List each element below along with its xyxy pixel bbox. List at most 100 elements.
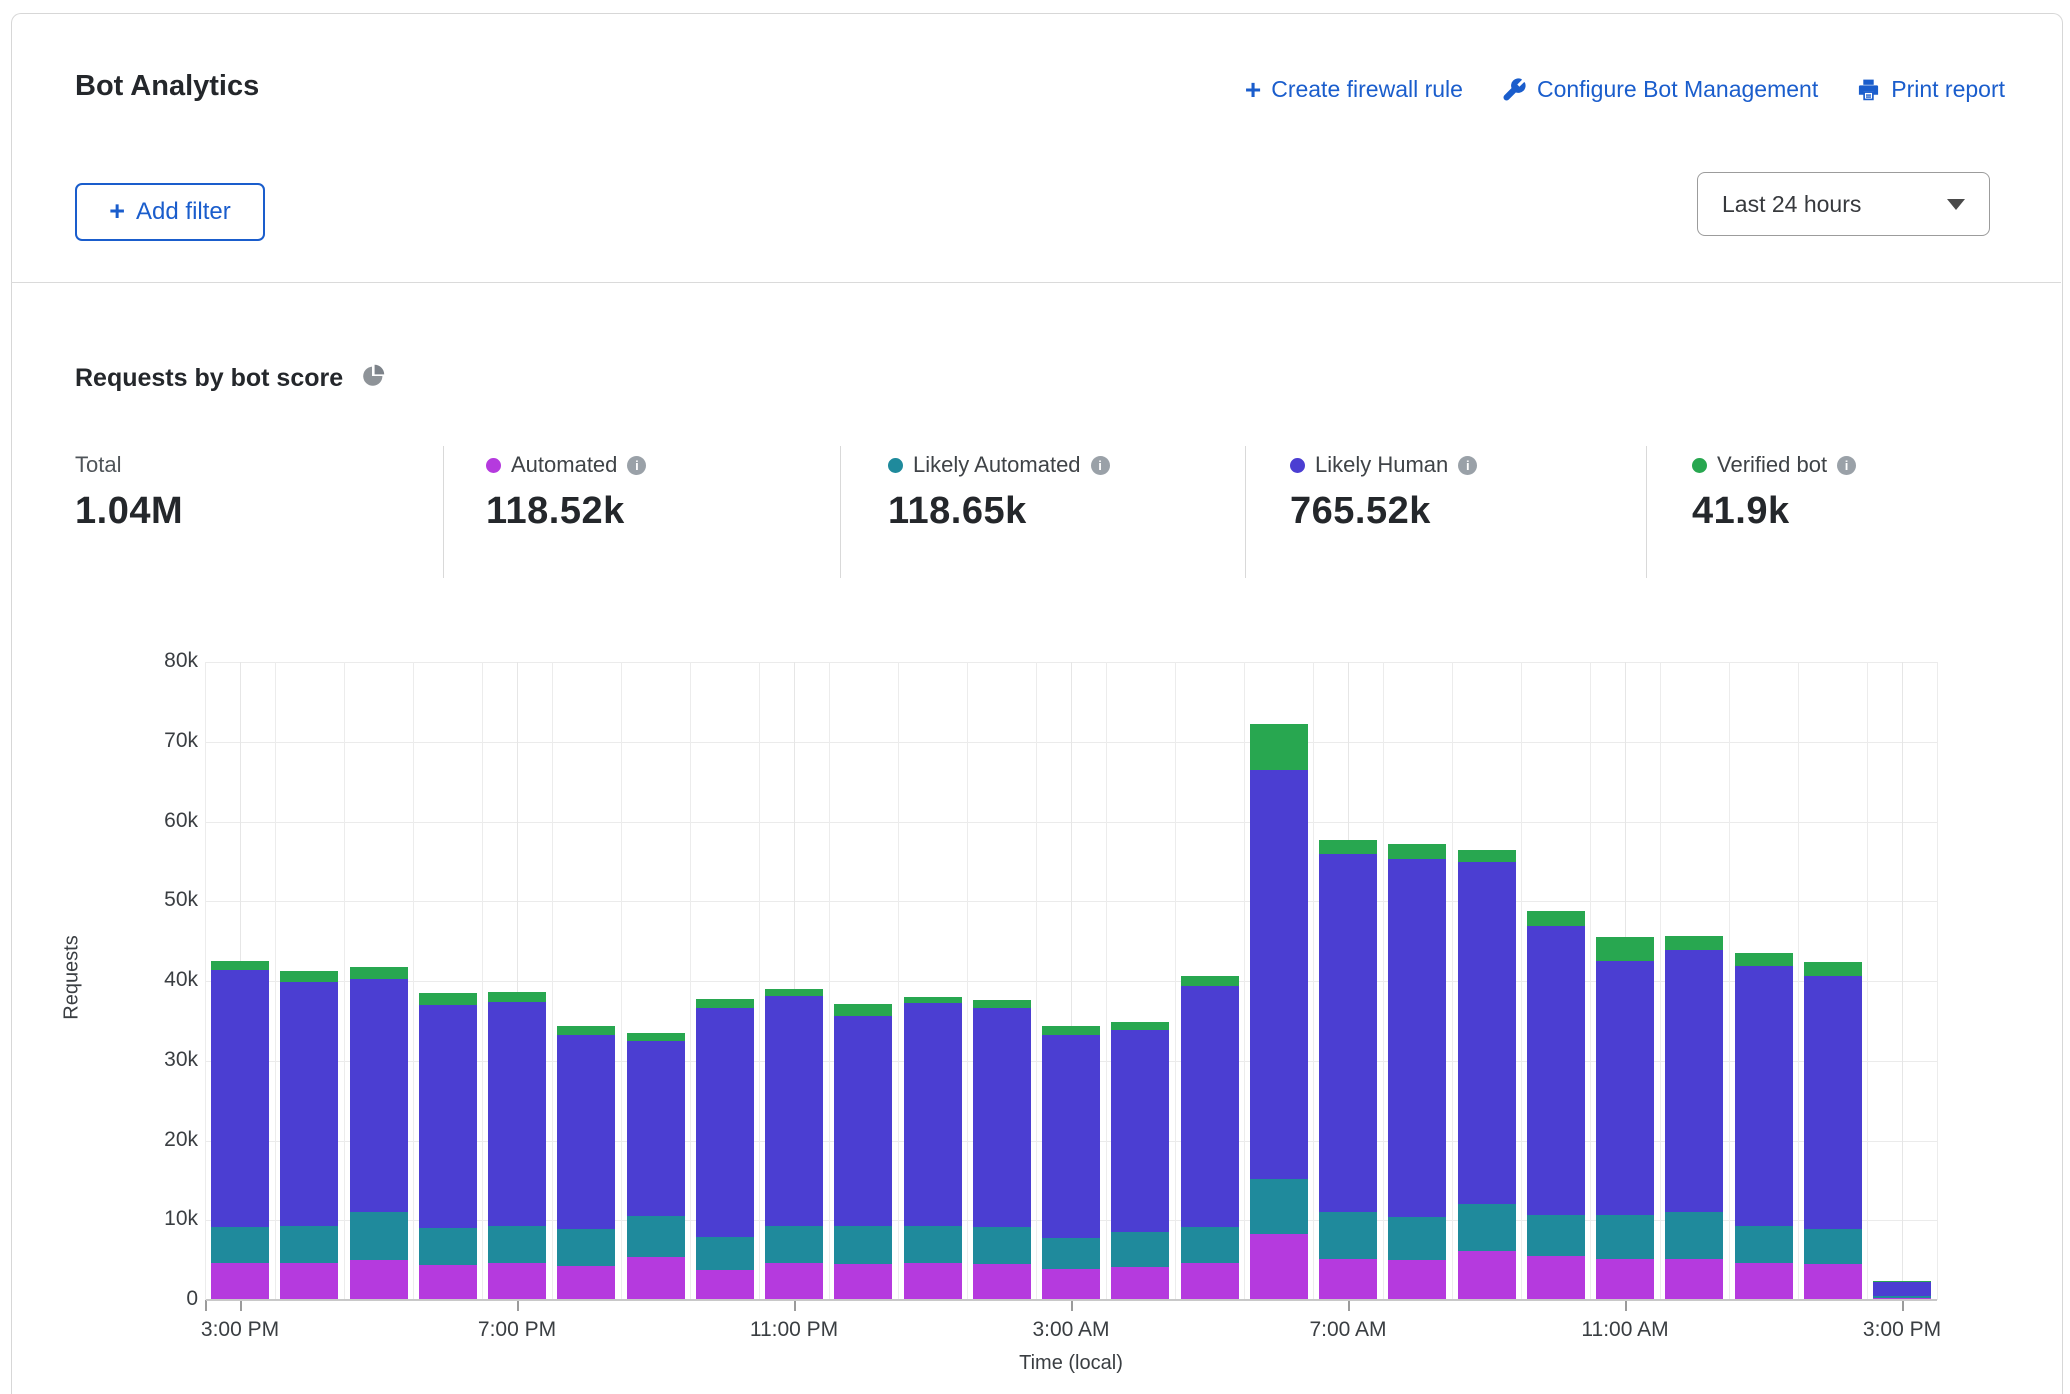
bar-segment-likely-human <box>1388 859 1446 1217</box>
bar-segment-likely-human <box>1527 926 1585 1215</box>
bar[interactable] <box>419 0 477 1300</box>
bar-segment-likely-human <box>419 1005 477 1228</box>
bar-segment-automated <box>1735 1263 1793 1300</box>
bar-segment-likely-human <box>1735 966 1793 1226</box>
bar[interactable] <box>1665 0 1723 1300</box>
bar[interactable] <box>1250 0 1308 1300</box>
bar-segment-likely-human <box>1319 854 1377 1212</box>
plus-icon: + <box>109 196 125 227</box>
axis-tick <box>1625 1300 1627 1311</box>
bar[interactable] <box>1527 0 1585 1300</box>
x-tick-label: 11:00 AM <box>1550 1318 1700 1342</box>
bar-segment-likely-automated <box>1804 1229 1862 1264</box>
bar[interactable] <box>1181 0 1239 1300</box>
bar-segment-likely-automated <box>1665 1212 1723 1259</box>
bar-segment-verified-bot <box>904 997 962 1003</box>
bar-segment-verified-bot <box>1873 1281 1931 1282</box>
stat-divider <box>1245 446 1246 578</box>
bar-segment-likely-automated <box>973 1227 1031 1264</box>
y-tick-label: 0 <box>128 1287 198 1311</box>
bar-segment-automated <box>557 1266 615 1300</box>
gridline-vertical <box>1521 662 1522 1300</box>
axis-tick <box>517 1300 519 1311</box>
bar-segment-verified-bot <box>419 993 477 1005</box>
bar[interactable] <box>1319 0 1377 1300</box>
bar[interactable] <box>1388 0 1446 1300</box>
bot-analytics-page: Bot Analytics +Create firewall ruleConfi… <box>0 0 2070 1394</box>
axis-tick <box>794 1300 796 1311</box>
x-tick-label: 7:00 PM <box>442 1318 592 1342</box>
gridline-vertical <box>1313 662 1314 1300</box>
bar-segment-verified-bot <box>1250 724 1308 770</box>
bar-segment-verified-bot <box>1804 962 1862 976</box>
bar-segment-automated <box>419 1265 477 1300</box>
bar[interactable] <box>488 0 546 1300</box>
bar[interactable] <box>1596 0 1654 1300</box>
bar[interactable] <box>1804 0 1862 1300</box>
y-axis-title: Requests <box>61 898 84 1058</box>
bar[interactable] <box>280 0 338 1300</box>
bar[interactable] <box>1042 0 1100 1300</box>
bar-segment-verified-bot <box>1181 976 1239 986</box>
bar-segment-verified-bot <box>696 999 754 1008</box>
bar[interactable] <box>834 0 892 1300</box>
bar[interactable] <box>557 0 615 1300</box>
bar-segment-likely-human <box>211 970 269 1227</box>
bar-segment-likely-human <box>1042 1035 1100 1238</box>
gridline-vertical <box>1452 662 1453 1300</box>
bar[interactable] <box>973 0 1031 1300</box>
gridline-vertical <box>898 662 899 1300</box>
bar-segment-verified-bot <box>973 1000 1031 1008</box>
bar-segment-likely-automated <box>1250 1179 1308 1234</box>
bar[interactable] <box>350 0 408 1300</box>
bar[interactable] <box>765 0 823 1300</box>
axis-tick <box>1348 1300 1350 1311</box>
bar-segment-likely-automated <box>1596 1215 1654 1259</box>
bar-segment-automated <box>1111 1267 1169 1300</box>
bar[interactable] <box>627 0 685 1300</box>
bar[interactable] <box>1873 0 1931 1300</box>
bar[interactable] <box>904 0 962 1300</box>
bar-segment-automated <box>696 1270 754 1300</box>
bar-segment-likely-human <box>627 1041 685 1216</box>
gridline-vertical <box>759 662 760 1300</box>
bar-segment-automated <box>211 1263 269 1300</box>
bar-segment-verified-bot <box>1665 936 1723 950</box>
y-tick-label: 60k <box>128 809 198 833</box>
bar-segment-likely-automated <box>1458 1204 1516 1251</box>
bar-segment-verified-bot <box>1596 937 1654 961</box>
gridline-vertical <box>1106 662 1107 1300</box>
y-tick-label: 50k <box>128 888 198 912</box>
bar-segment-automated <box>1181 1263 1239 1300</box>
bar-segment-verified-bot <box>488 992 546 1002</box>
gridline-vertical <box>413 662 414 1300</box>
bar-segment-likely-human <box>1181 986 1239 1227</box>
bar-segment-automated <box>1042 1269 1100 1300</box>
bar-segment-likely-human <box>280 982 338 1226</box>
bar[interactable] <box>211 0 269 1300</box>
bar-segment-verified-bot <box>1735 953 1793 966</box>
bar[interactable] <box>1735 0 1793 1300</box>
bar[interactable] <box>696 0 754 1300</box>
y-tick-label: 10k <box>128 1207 198 1231</box>
bar-segment-likely-automated <box>696 1237 754 1270</box>
bar-segment-verified-bot <box>627 1033 685 1041</box>
bar-segment-automated <box>627 1257 685 1300</box>
bar-segment-likely-automated <box>488 1226 546 1263</box>
bar-segment-likely-automated <box>350 1212 408 1260</box>
bar-segment-automated <box>904 1263 962 1300</box>
bar-segment-automated <box>834 1264 892 1300</box>
gridline-vertical <box>275 662 276 1300</box>
x-tick-label: 3:00 AM <box>996 1318 1146 1342</box>
gridline-vertical <box>1798 662 1799 1300</box>
bar-segment-automated <box>1319 1259 1377 1300</box>
bar-segment-likely-human <box>350 979 408 1212</box>
bar-segment-likely-human <box>696 1008 754 1237</box>
bar-segment-likely-automated <box>765 1226 823 1263</box>
bar-segment-automated <box>488 1263 546 1300</box>
bar[interactable] <box>1111 0 1169 1300</box>
bar[interactable] <box>1458 0 1516 1300</box>
bar-segment-automated <box>1596 1259 1654 1300</box>
bar-segment-likely-automated <box>1388 1217 1446 1260</box>
x-axis-title: Time (local) <box>991 1352 1151 1375</box>
